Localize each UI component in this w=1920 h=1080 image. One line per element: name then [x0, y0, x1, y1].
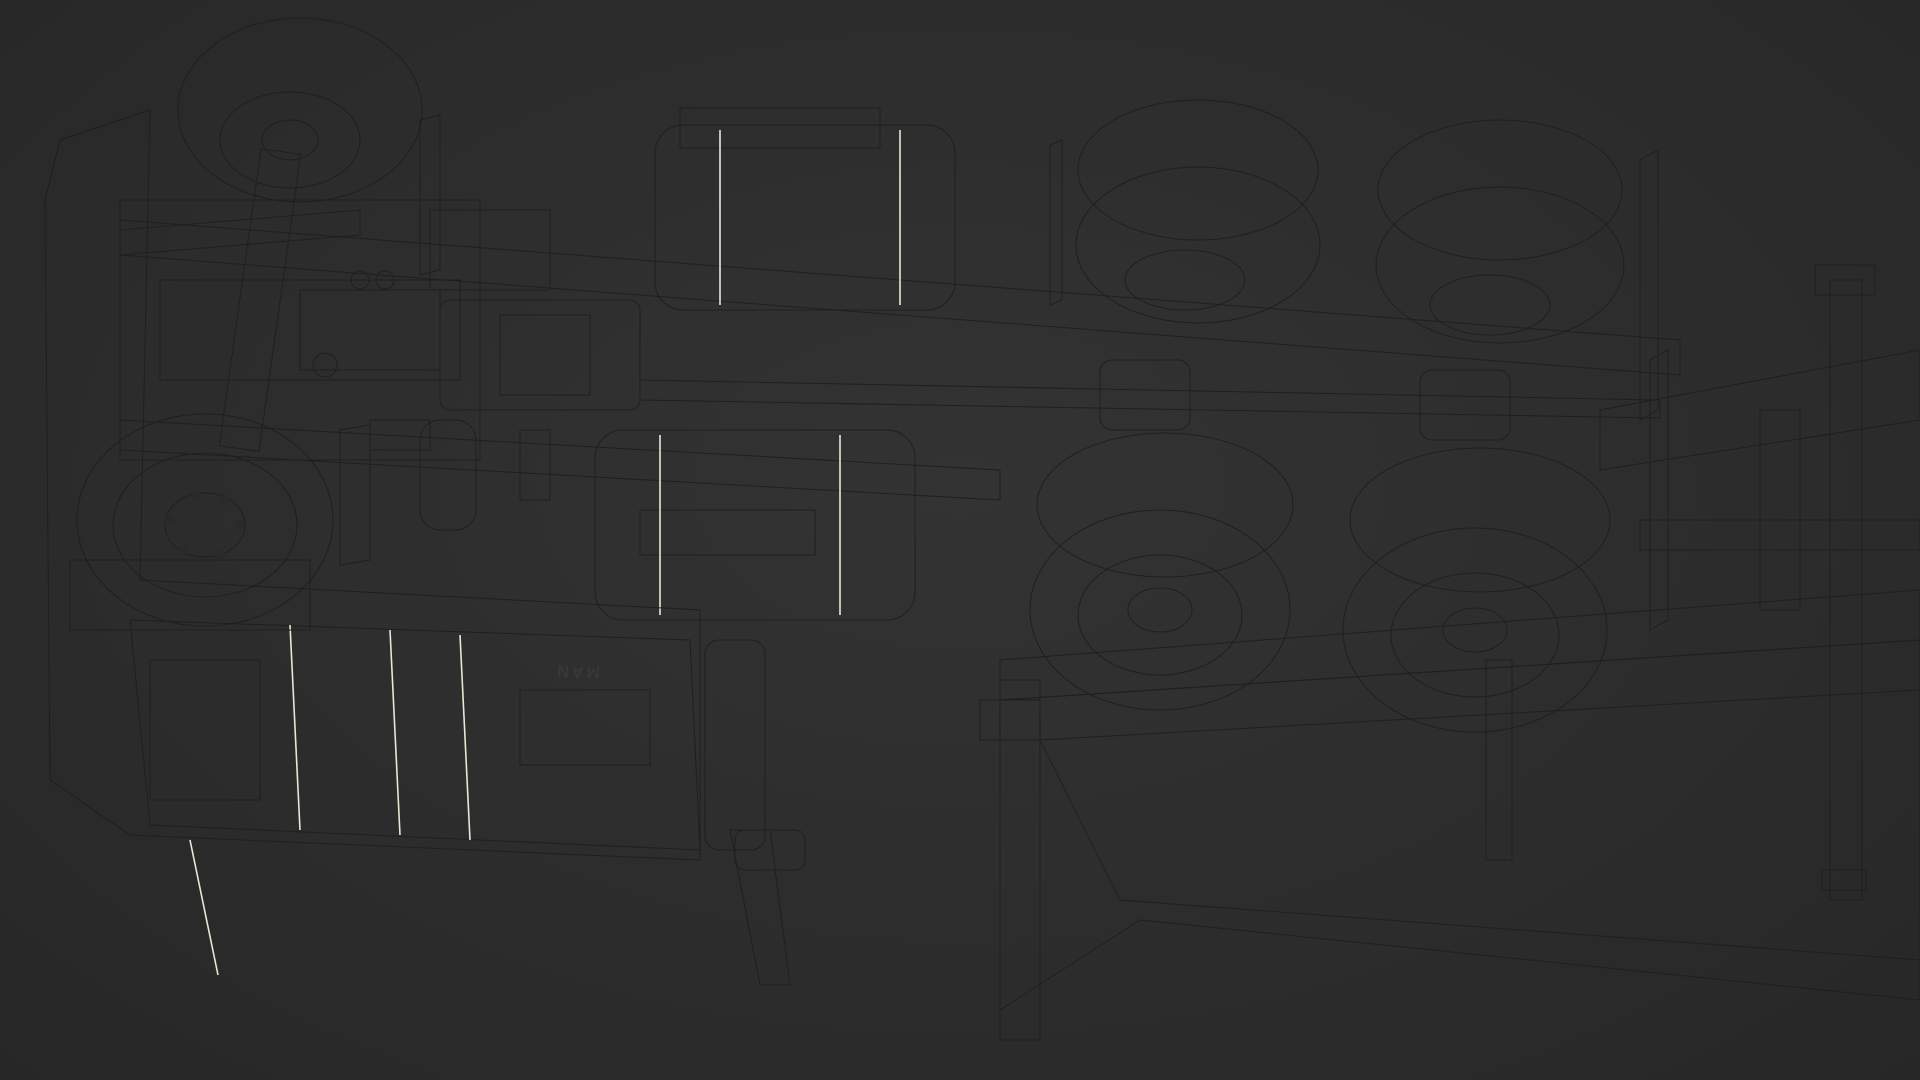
- engine-block: [159, 270, 641, 411]
- cab-brand-text: MAN: [554, 661, 600, 682]
- render-viewport: MAN: [0, 0, 1920, 1080]
- rear-wheel-upper-1: [1075, 99, 1321, 324]
- trailer-body: [999, 589, 1920, 1041]
- front-wheel-lower: [76, 413, 334, 627]
- trailer-frame: [1599, 349, 1920, 611]
- battery-box: [429, 209, 551, 291]
- rear-wheel-lower-1: [1029, 432, 1294, 711]
- fuel-tank-lower: [594, 429, 916, 621]
- fifth-wheel-plate: [979, 699, 1041, 741]
- mud-flaps: [339, 114, 1669, 631]
- rear-wheel-lower-2: [1342, 447, 1611, 733]
- air-intake: [369, 419, 551, 531]
- exhaust-pipe: [704, 639, 806, 986]
- front-wheel-upper: [177, 17, 423, 203]
- rear-wheel-upper-2: [1375, 119, 1625, 344]
- drive-shaft: [639, 359, 1661, 441]
- front-axle: [119, 148, 361, 452]
- fuel-tank-upper: [654, 107, 956, 311]
- truck-wireframe-render: MAN: [44, 17, 1920, 1041]
